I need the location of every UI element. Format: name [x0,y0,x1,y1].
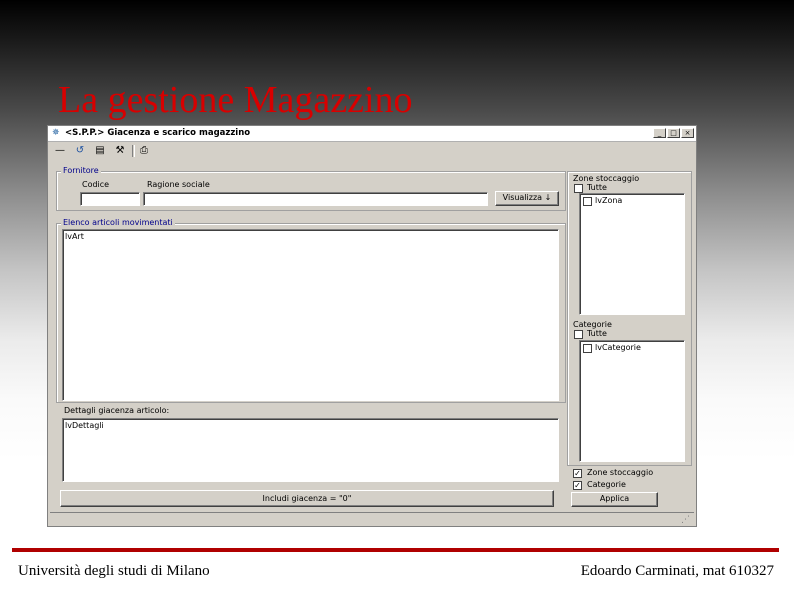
refresh-icon[interactable]: ↺ [74,145,86,157]
ragione-sociale-label: Ragione sociale [147,180,210,189]
zone-tutte-checkbox[interactable] [574,184,583,193]
status-bar: ⋰ [50,512,694,526]
print-icon[interactable]: ⎙ [138,145,150,157]
categorie-tutte-label: Tutte [587,329,607,338]
codice-label: Codice [82,180,110,189]
window-titlebar[interactable]: ✵ <S.P.P.> Giacenza e scarico magazzino … [48,126,696,142]
footer-author: Edoardo Carminati, mat 610327 [580,563,774,579]
toolbar: — ↺ ▤ ⚒ ⎙ [48,142,696,160]
app-logo-icon: ✵ [52,128,60,138]
zone-list-item-checkbox[interactable] [583,197,592,206]
zone-list[interactable]: lvZona [579,193,685,315]
applica-button[interactable]: Applica [571,492,658,507]
articoli-list[interactable]: lvArt [62,229,559,401]
minimize-button[interactable]: _ [653,128,666,138]
categorie-list-item-checkbox[interactable] [583,344,592,353]
dettagli-list[interactable]: lvDettagli [62,418,559,482]
slide-title: La gestione Magazzino [58,79,413,121]
articoli-group: Elenco articoli movimentati lvArt [56,218,566,403]
filter-zone-checkbox[interactable]: ✓ [573,469,582,478]
tools-icon[interactable]: ⚒ [114,145,126,157]
codice-field[interactable] [80,192,140,206]
resize-grip-icon[interactable]: ⋰ [681,515,690,525]
filters-panel: Zone stoccaggio Tutte lvZona Categorie T… [567,171,692,466]
fornitore-group-label: Fornitore [61,166,101,176]
includi-giacenza-button[interactable]: Includi giacenza = "0" [60,490,554,507]
maximize-button[interactable]: □ [667,128,680,138]
save-icon[interactable]: ▤ [94,145,106,157]
visualizza-button[interactable]: Visualizza ↓ [495,191,559,206]
window-title: <S.P.P.> Giacenza e scarico magazzino [65,128,251,138]
new-icon[interactable]: — [54,145,66,157]
dettagli-label: Dettagli giacenza articolo: [64,406,170,415]
filter-categorie-checkbox[interactable]: ✓ [573,481,582,490]
zone-list-item[interactable]: lvZona [595,196,622,206]
fornitore-group: Fornitore Codice Ragione sociale Visuali… [56,166,566,211]
footer-university: Università degli studi di Milano [18,563,210,579]
articoli-group-label: Elenco articoli movimentati [61,218,175,228]
zone-tutte-label: Tutte [587,183,607,192]
ragione-sociale-field[interactable] [143,192,488,206]
close-button[interactable]: × [681,128,694,138]
app-window: ✵ <S.P.P.> Giacenza e scarico magazzino … [47,125,697,527]
categorie-list-item[interactable]: lvCategorie [595,343,641,353]
categorie-list[interactable]: lvCategorie [579,340,685,462]
articoli-list-item[interactable]: lvArt [65,232,84,242]
footer-rule [12,548,779,552]
filter-zone-label: Zone stoccaggio [587,468,654,477]
toolbar-separator [132,145,135,157]
dettagli-list-item[interactable]: lvDettagli [65,421,104,431]
filter-categorie-label: Categorie [587,480,626,489]
categorie-tutte-checkbox[interactable] [574,330,583,339]
